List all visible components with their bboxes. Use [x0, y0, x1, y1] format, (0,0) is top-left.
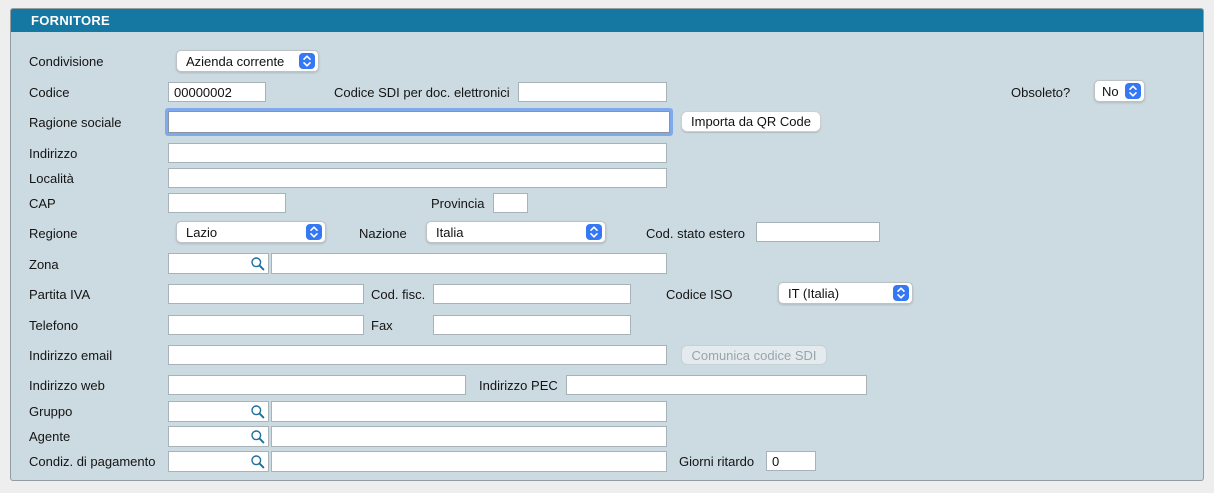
gruppo-lookup-field[interactable] — [168, 401, 269, 422]
chevron-updown-icon — [306, 224, 322, 240]
nazione-select[interactable]: Italia — [426, 221, 606, 243]
regione-select[interactable]: Lazio — [176, 221, 326, 243]
provincia-label: Provincia — [431, 196, 484, 211]
comunica-sdi-button[interactable]: Comunica codice SDI — [681, 345, 827, 365]
agente-label: Agente — [29, 429, 70, 444]
cod-fisc-input[interactable] — [433, 284, 631, 304]
ragione-sociale-label: Ragione sociale — [29, 115, 122, 130]
indirizzo-email-label: Indirizzo email — [29, 348, 112, 363]
obsoleto-select-value: No — [1102, 84, 1119, 99]
search-icon[interactable] — [250, 454, 266, 470]
codice-input[interactable] — [168, 82, 266, 102]
email-input[interactable] — [168, 345, 667, 365]
codice-sdi-input[interactable] — [518, 82, 667, 102]
condivisione-select-value: Azienda corrente — [186, 54, 284, 69]
fax-label: Fax — [371, 318, 393, 333]
gruppo-desc-input[interactable] — [271, 401, 667, 422]
indirizzo-pec-label: Indirizzo PEC — [479, 378, 558, 393]
partita-iva-input[interactable] — [168, 284, 364, 304]
regione-label: Regione — [29, 226, 77, 241]
fax-input[interactable] — [433, 315, 631, 335]
ragione-sociale-input[interactable] — [168, 111, 670, 133]
cod-stato-estero-input[interactable] — [756, 222, 880, 242]
indirizzo-web-label: Indirizzo web — [29, 378, 105, 393]
chevron-updown-icon — [299, 53, 315, 69]
giorni-ritardo-input[interactable] — [766, 451, 816, 471]
indirizzo-label: Indirizzo — [29, 146, 77, 161]
obsoleto-label: Obsoleto? — [1011, 85, 1070, 100]
telefono-input[interactable] — [168, 315, 364, 335]
localita-input[interactable] — [168, 168, 667, 188]
condiz-pagamento-code-input[interactable] — [169, 452, 258, 471]
condivisione-select[interactable]: Azienda corrente — [176, 50, 319, 72]
giorni-ritardo-label: Giorni ritardo — [679, 454, 754, 469]
zona-desc-input[interactable] — [271, 253, 667, 274]
cod-stato-estero-label: Cod. stato estero — [646, 226, 745, 241]
zona-code-input[interactable] — [169, 254, 258, 273]
web-input[interactable] — [168, 375, 466, 395]
agente-desc-input[interactable] — [271, 426, 667, 447]
condiz-pagamento-lookup-field[interactable] — [168, 451, 269, 472]
chevron-updown-icon — [586, 224, 602, 240]
search-icon[interactable] — [250, 256, 266, 272]
chevron-updown-icon — [1125, 83, 1141, 99]
chevron-updown-icon — [893, 285, 909, 301]
regione-select-value: Lazio — [186, 225, 217, 240]
zona-lookup-field[interactable] — [168, 253, 269, 274]
codice-sdi-label: Codice SDI per doc. elettronici — [334, 85, 510, 100]
provincia-input[interactable] — [493, 193, 528, 213]
search-icon[interactable] — [250, 429, 266, 445]
indirizzo-input[interactable] — [168, 143, 667, 163]
codice-label: Codice — [29, 85, 69, 100]
telefono-label: Telefono — [29, 318, 78, 333]
cap-label: CAP — [29, 196, 56, 211]
search-icon[interactable] — [250, 404, 266, 420]
cod-fisc-label: Cod. fisc. — [371, 287, 425, 302]
importa-qr-button[interactable]: Importa da QR Code — [681, 111, 821, 132]
gruppo-label: Gruppo — [29, 404, 72, 419]
localita-label: Località — [29, 171, 74, 186]
zona-label: Zona — [29, 257, 59, 272]
condivisione-label: Condivisione — [29, 54, 103, 69]
codice-iso-select[interactable]: IT (Italia) — [778, 282, 913, 304]
partita-iva-label: Partita IVA — [29, 287, 90, 302]
pec-input[interactable] — [566, 375, 867, 395]
condiz-pagamento-label: Condiz. di pagamento — [29, 454, 155, 469]
cap-input[interactable] — [168, 193, 286, 213]
nazione-label: Nazione — [359, 226, 407, 241]
obsoleto-select[interactable]: No — [1094, 80, 1145, 102]
gruppo-code-input[interactable] — [169, 402, 258, 421]
codice-iso-label: Codice ISO — [666, 287, 732, 302]
nazione-select-value: Italia — [436, 225, 463, 240]
panel-header: FORNITORE — [11, 9, 1203, 32]
panel-title: FORNITORE — [11, 13, 110, 28]
agente-code-input[interactable] — [169, 427, 258, 446]
codice-iso-select-value: IT (Italia) — [788, 286, 839, 301]
condiz-pagamento-desc-input[interactable] — [271, 451, 667, 472]
agente-lookup-field[interactable] — [168, 426, 269, 447]
fornitore-panel: FORNITORE Condivisione Azienda corrente … — [10, 8, 1204, 481]
